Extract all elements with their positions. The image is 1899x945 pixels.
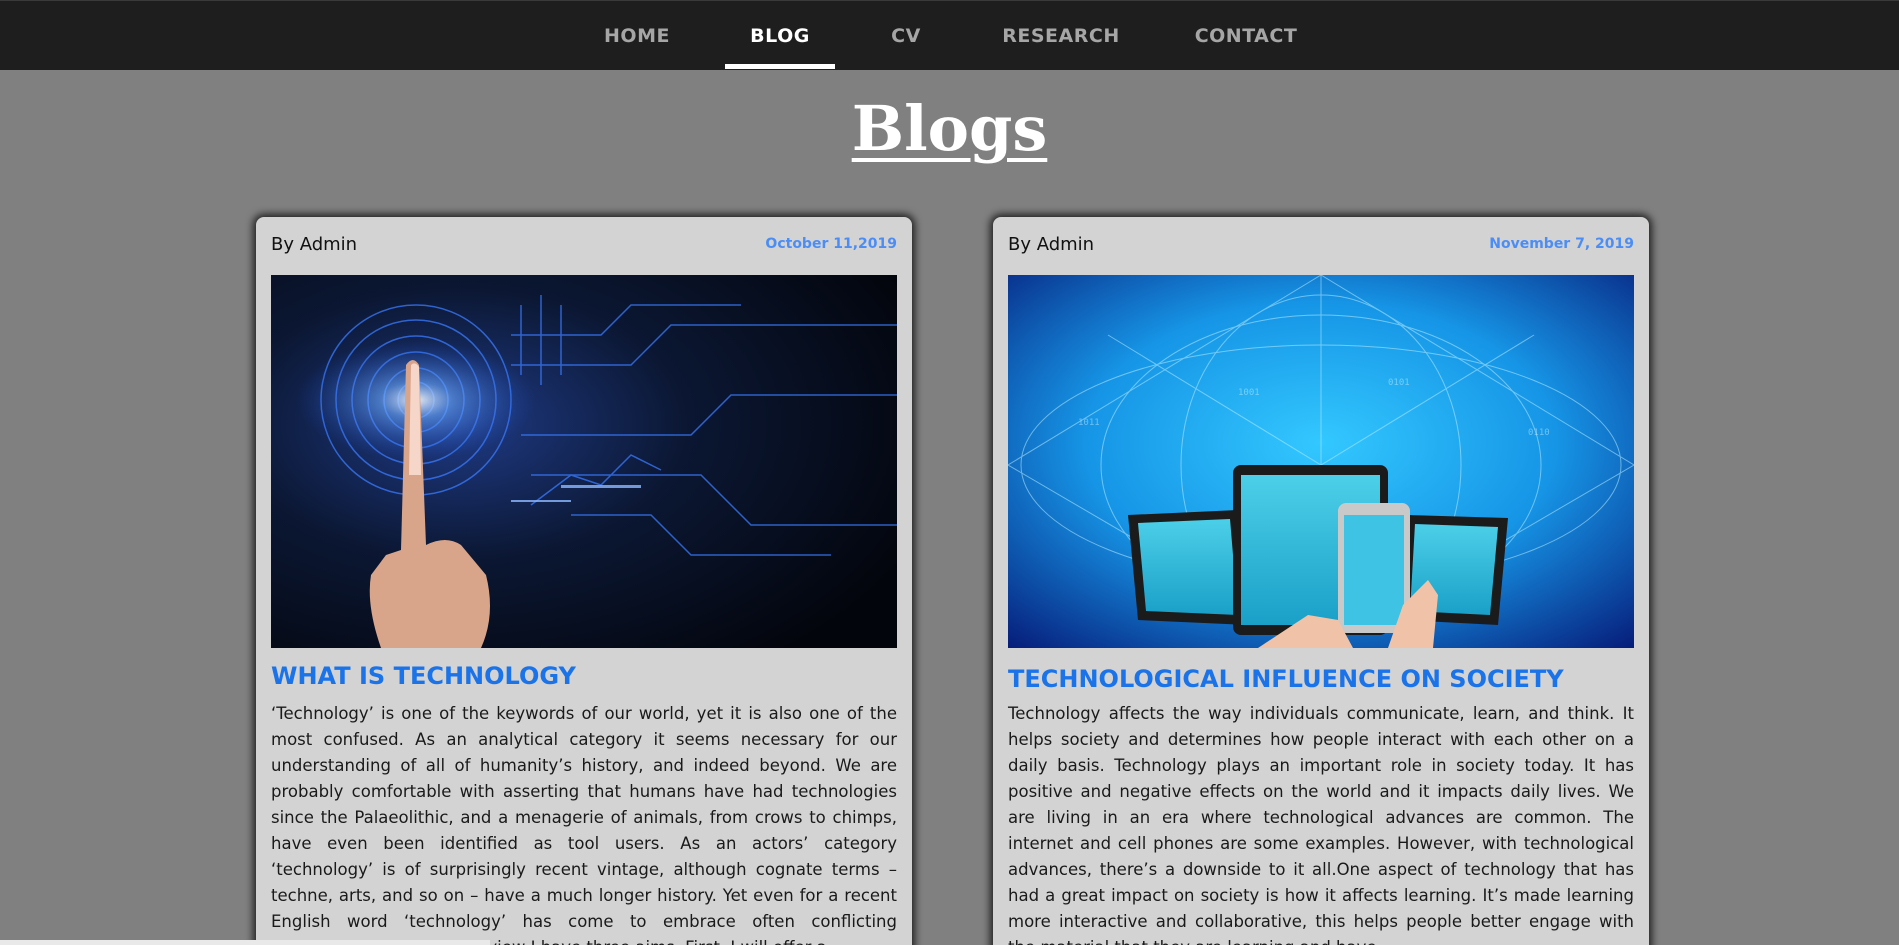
post-title[interactable]: WHAT IS TECHNOLOGY [271,662,897,690]
nav-home-link[interactable]: HOME [594,1,680,71]
devices-network-image[interactable]: 1011 0110 1001 0101 [1008,275,1634,648]
active-tab-indicator [725,64,835,69]
svg-text:0101: 0101 [1388,378,1410,388]
page-title: Blogs [851,92,1048,165]
post-date: November 7, 2019 [1489,236,1634,252]
nav-contact-link[interactable]: CONTACT [1195,1,1297,71]
horizontal-scrollbar[interactable] [0,940,490,945]
svg-text:1011: 1011 [1078,418,1100,428]
blog-card: By Admin October 11,2019 WHAT IS TECHNOL… [256,217,912,945]
post-author: By Admin [1008,234,1095,255]
top-navigation: HOME BLOG CV RESEARCH CONTACT [0,0,1899,70]
nav-blog-link[interactable]: BLOG [742,1,818,71]
post-date: October 11,2019 [765,236,897,252]
post-excerpt: Technology affects the way individuals c… [1008,704,1634,945]
fingerprint-circuit-image[interactable] [271,275,897,648]
nav-cv-link[interactable]: CV [886,1,926,71]
nav-research-link[interactable]: RESEARCH [1000,1,1122,71]
post-title[interactable]: TECHNOLOGICAL INFLUENCE ON SOCIETY [1008,665,1634,693]
svg-text:0110: 0110 [1528,428,1550,438]
svg-text:1001: 1001 [1238,388,1260,398]
post-author: By Admin [271,234,358,255]
post-excerpt: ‘Technology’ is one of the keywords of o… [271,704,897,945]
blog-card: By Admin November 7, 2019 1011 0110 1001… [993,217,1649,945]
